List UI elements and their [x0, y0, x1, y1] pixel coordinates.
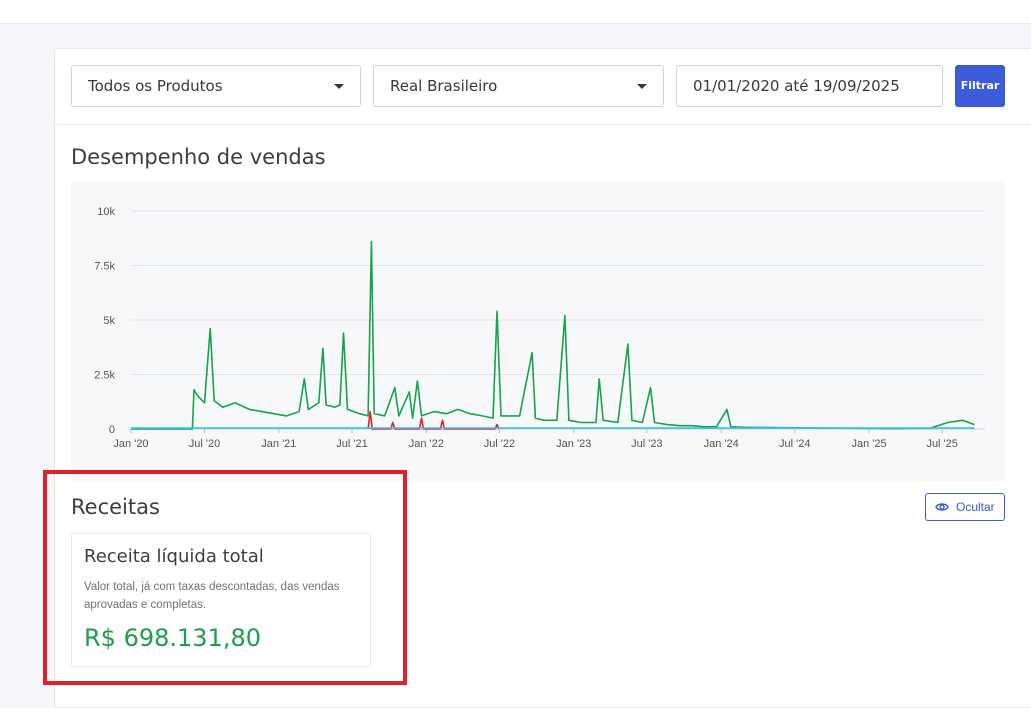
product-select-value: Todos os Produtos: [88, 77, 223, 95]
currency-select-value: Real Brasileiro: [390, 77, 498, 95]
series-line-1: [367, 410, 500, 430]
y-tick-label: 2.5k: [94, 370, 115, 382]
product-select[interactable]: Todos os Produtos: [71, 65, 361, 107]
top-bar: [0, 0, 1031, 24]
x-tick-label: Jan '23: [556, 438, 591, 450]
sales-chart: 0 2.5k 5k 7.5k 10k Jan '20 Jul '20 Jan '21 Jul '…: [71, 181, 1005, 481]
filter-bar: Todos os Produtos Real Brasileiro 01/01/…: [55, 49, 1031, 125]
x-tick-label: Jan '22: [409, 438, 444, 450]
date-range-input[interactable]: 01/01/2020 até 19/09/2025: [676, 65, 943, 107]
y-tick-label: 0: [109, 424, 115, 436]
sales-section-title: Desempenho de vendas: [71, 145, 326, 169]
x-tick-label: Jul '24: [779, 438, 810, 450]
series-line-0: [131, 240, 975, 430]
filter-button[interactable]: Filtrar: [955, 65, 1005, 107]
x-tick-label: Jan '24: [704, 438, 739, 450]
currency-select[interactable]: Real Brasileiro: [373, 65, 664, 107]
x-tick-label: Jul '25: [926, 438, 957, 450]
y-tick-label: 7.5k: [94, 261, 115, 273]
y-tick-label: 10k: [97, 206, 115, 218]
x-tick-label: Jul '21: [336, 438, 367, 450]
x-tick-label: Jan '21: [261, 438, 296, 450]
x-tick-label: Jul '22: [484, 438, 515, 450]
y-tick-label: 5k: [103, 315, 115, 327]
eye-icon: [935, 503, 949, 511]
x-tick-label: Jan '25: [851, 438, 886, 450]
hide-button-label: Ocultar: [956, 500, 995, 514]
x-tick-label: Jan '20: [113, 438, 148, 450]
date-range-value: 01/01/2020 até 19/09/2025: [693, 77, 900, 95]
sales-line-chart: 0 2.5k 5k 7.5k 10k Jan '20 Jul '20 Jan '21 Jul '…: [94, 206, 985, 450]
x-tick-label: Jul '23: [631, 438, 662, 450]
chevron-down-icon: [334, 84, 344, 89]
chevron-down-icon: [637, 84, 647, 89]
hide-button[interactable]: Ocultar: [925, 493, 1005, 521]
x-tick-label: Jul '20: [189, 438, 220, 450]
highlight-annotation-box: [43, 470, 407, 685]
